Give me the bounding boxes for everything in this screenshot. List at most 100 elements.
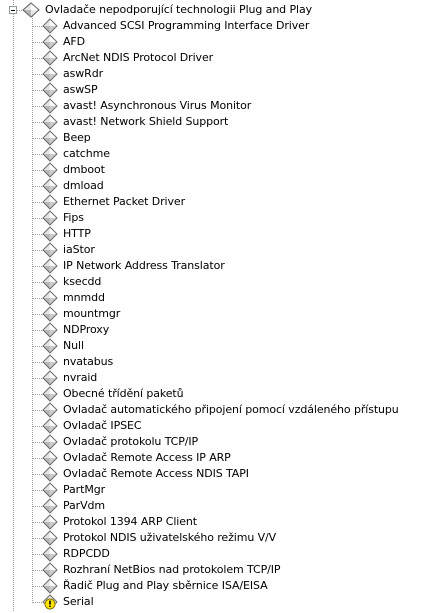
tree-item[interactable]: dmload	[0, 178, 424, 194]
tree-item-label: ParVdm	[63, 499, 106, 512]
tree-item-label: Protokol NDIS uživatelského režimu V/V	[63, 531, 277, 544]
device-icon	[42, 530, 58, 546]
device-icon	[42, 130, 58, 146]
tree-item-label: Beep	[63, 131, 91, 144]
device-icon	[42, 562, 58, 578]
tree-item-category[interactable]: Ovladače nepodporující technologii Plug …	[0, 2, 424, 18]
tree-item-label: mnmdd	[63, 291, 105, 304]
tree-guide-item	[32, 570, 42, 571]
tree-item[interactable]: PartMgr	[0, 482, 424, 498]
tree-guide-item	[32, 394, 42, 395]
tree-guide-item	[32, 90, 42, 91]
tree-item[interactable]: catchme	[0, 146, 424, 162]
collapse-icon[interactable]	[9, 6, 17, 14]
tree-guide-item	[32, 138, 42, 139]
tree-item-label: mountmgr	[63, 307, 121, 320]
tree-item-label: Ovladač IPSEC	[63, 419, 142, 432]
tree-item[interactable]: Obecné třídění paketů	[0, 386, 424, 402]
tree-item-label: Ovladač Remote Access IP ARP	[63, 451, 231, 464]
device-icon	[42, 418, 58, 434]
device-icon	[42, 338, 58, 354]
device-icon	[42, 354, 58, 370]
tree-item[interactable]: IP Network Address Translator	[0, 258, 424, 274]
device-icon	[42, 146, 58, 162]
tree-item[interactable]: RDPCDD	[0, 546, 424, 562]
tree-item[interactable]: HTTP	[0, 226, 424, 242]
tree-item[interactable]: ArcNet NDIS Protocol Driver	[0, 50, 424, 66]
tree-item-label: Fips	[63, 211, 84, 224]
tree-item-label: aswSP	[63, 83, 98, 96]
tree-guide-item	[32, 74, 42, 75]
tree-item[interactable]: Ovladač automatického připojení pomocí v…	[0, 402, 424, 418]
tree-item[interactable]: aswSP	[0, 82, 424, 98]
tree-item[interactable]: Advanced SCSI Programming Interface Driv…	[0, 18, 424, 34]
tree-item-label: Serial	[63, 595, 94, 608]
tree-item-label: iaStor	[63, 243, 95, 256]
tree-item-label: Advanced SCSI Programming Interface Driv…	[63, 19, 310, 32]
device-icon	[42, 66, 58, 82]
device-icon	[42, 514, 58, 530]
tree-guide-item	[32, 346, 42, 347]
tree-item[interactable]: Beep	[0, 130, 424, 146]
tree-item-label: Ethernet Packet Driver	[63, 195, 186, 208]
tree-item[interactable]: Řadič Plug and Play sběrnice ISA/EISA	[0, 578, 424, 594]
tree-item[interactable]: Ethernet Packet Driver	[0, 194, 424, 210]
tree-item[interactable]: Protokol 1394 ARP Client	[0, 514, 424, 530]
tree-item[interactable]: nvatabus	[0, 354, 424, 370]
tree-item-label: avast! Asynchronous Virus Monitor	[63, 99, 252, 112]
device-icon	[42, 290, 58, 306]
tree-item[interactable]: Ovladač IPSEC	[0, 418, 424, 434]
tree-item[interactable]: AFD	[0, 34, 424, 50]
tree-guide-item	[32, 26, 42, 27]
device-icon	[42, 546, 58, 562]
tree-guide-item	[32, 602, 42, 603]
tree-item[interactable]: NDProxy	[0, 322, 424, 338]
tree-item-label: avast! Network Shield Support	[63, 115, 229, 128]
tree-item[interactable]: Ovladač Remote Access IP ARP	[0, 450, 424, 466]
device-icon	[42, 258, 58, 274]
device-icon	[42, 274, 58, 290]
tree-item-label: ksecdd	[63, 275, 102, 288]
tree-guide-item	[32, 410, 42, 411]
tree-guide-item	[32, 250, 42, 251]
tree-guide-item	[32, 362, 42, 363]
tree-item[interactable]: dmboot	[0, 162, 424, 178]
tree-item-label: PartMgr	[63, 483, 106, 496]
tree-item[interactable]: nvraid	[0, 370, 424, 386]
device-icon	[42, 498, 58, 514]
tree-guide-item	[32, 474, 42, 475]
tree-item[interactable]: Null	[0, 338, 424, 354]
tree-item[interactable]: ksecdd	[0, 274, 424, 290]
tree-item[interactable]: Ovladač Remote Access NDIS TAPI	[0, 466, 424, 482]
tree-item-label: Řadič Plug and Play sběrnice ISA/EISA	[63, 579, 268, 592]
device-icon	[42, 578, 58, 594]
tree-item[interactable]: Serial	[0, 594, 424, 610]
device-icon	[42, 434, 58, 450]
tree-guide-item	[32, 442, 42, 443]
tree-item[interactable]: iaStor	[0, 242, 424, 258]
tree-item-label: dmboot	[63, 163, 105, 176]
tree-guide-item	[32, 186, 42, 187]
tree-guide-item	[32, 330, 42, 331]
tree-guide-item	[32, 42, 42, 43]
device-icon	[42, 402, 58, 418]
tree-item[interactable]: Protokol NDIS uživatelského režimu V/V	[0, 530, 424, 546]
tree-item[interactable]: avast! Asynchronous Virus Monitor	[0, 98, 424, 114]
device-icon	[42, 162, 58, 178]
tree-guide-item	[32, 538, 42, 539]
tree-item[interactable]: aswRdr	[0, 66, 424, 82]
tree-guide-item	[32, 234, 42, 235]
tree-item[interactable]: Rozhraní NetBios nad protokolem TCP/IP	[0, 562, 424, 578]
tree-item[interactable]: Fips	[0, 210, 424, 226]
device-icon	[42, 178, 58, 194]
tree-item[interactable]: mnmdd	[0, 290, 424, 306]
tree-item[interactable]: ParVdm	[0, 498, 424, 514]
tree-item[interactable]: mountmgr	[0, 306, 424, 322]
tree-item[interactable]: avast! Network Shield Support	[0, 114, 424, 130]
tree-guide-item	[32, 298, 42, 299]
tree-guide-item	[32, 282, 42, 283]
tree-guide-item	[32, 202, 42, 203]
tree-item-label: nvraid	[63, 371, 98, 384]
tree-item[interactable]: Ovladač protokolu TCP/IP	[0, 434, 424, 450]
tree-guide-item	[32, 106, 42, 107]
